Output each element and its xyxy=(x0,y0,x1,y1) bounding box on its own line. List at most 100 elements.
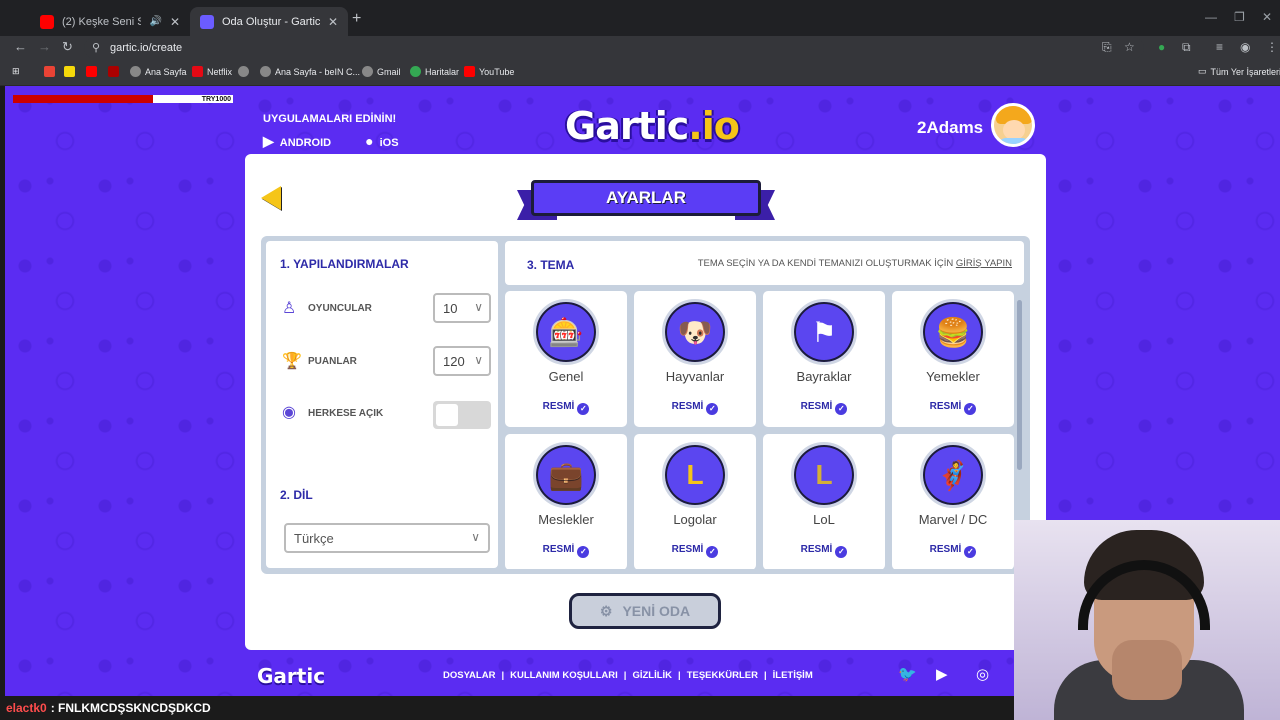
site-info-icon[interactable]: ⚲ xyxy=(92,41,100,54)
close-tab-icon[interactable]: ✕ xyxy=(170,15,180,29)
url-text: gartic.io/create xyxy=(110,42,183,54)
theme-header: 3. TEMA TEMA SEÇİN YA DA KENDİ TEMANIZI … xyxy=(505,241,1024,285)
check-icon: ✓ xyxy=(964,403,977,415)
lol-icon: L xyxy=(791,442,857,508)
theme-tile-marvel-dc[interactable]: 🦸 Marvel / DC RESMİ ✓ xyxy=(892,434,1014,569)
avatar[interactable] xyxy=(991,103,1035,147)
minimize-icon[interactable]: — xyxy=(1205,10,1217,24)
theme-tile-bayraklar[interactable]: ⚑ Bayraklar RESMİ ✓ xyxy=(763,291,885,427)
username[interactable]: 2Adams xyxy=(917,118,983,138)
instagram-icon[interactable]: ◎ xyxy=(976,665,989,683)
config-title: 1. YAPILANDIRMALAR xyxy=(280,257,409,271)
chat-text: : FNLKMCDŞSKNCDŞDKCD xyxy=(50,701,211,715)
points-select[interactable]: 120 ∨ xyxy=(433,346,491,376)
close-window-icon[interactable]: ✕ xyxy=(1262,10,1272,24)
players-select[interactable]: 10 ∨ xyxy=(433,293,491,323)
tab-title: (2) Keşke Seni Sevmeseydim xyxy=(62,15,142,28)
trophy-icon: 🏆 xyxy=(282,353,302,370)
apple-icon: ● xyxy=(365,133,374,149)
footer-link-thanks[interactable]: TEŞEKKÜRLER xyxy=(687,670,758,681)
theme-tile-yemekler[interactable]: 🍔 Yemekler RESMİ ✓ xyxy=(892,291,1014,427)
public-label: HERKESE AÇIK xyxy=(308,408,384,419)
settings-ribbon: AYARLAR xyxy=(517,178,775,226)
footer-link-terms[interactable]: KULLANIM KOŞULLARI xyxy=(510,670,618,681)
all-bookmarks[interactable]: ▭ Tüm Yer İşaretleri xyxy=(1198,66,1280,77)
check-icon: ✓ xyxy=(706,403,719,415)
back-icon[interactable]: ← xyxy=(14,39,27,54)
menu-icon[interactable]: ⋮ xyxy=(1266,40,1278,54)
new-tab-icon[interactable]: + xyxy=(352,10,361,28)
forward-icon[interactable]: → xyxy=(38,39,51,54)
login-link[interactable]: GİRİŞ YAPIN xyxy=(956,258,1012,269)
install-icon[interactable]: ⎘ xyxy=(1102,40,1112,55)
twitter-icon[interactable]: 🐦 xyxy=(898,665,917,683)
android-link[interactable]: ▶ ANDROID xyxy=(263,133,331,150)
bookmark-gmail[interactable]: Gmail xyxy=(362,66,401,77)
gartic-favicon-icon xyxy=(200,14,214,29)
theme-tile-hayvanlar[interactable]: 🐶 Hayvanlar RESMİ ✓ xyxy=(634,291,756,427)
bookmark-ana-sayfa[interactable]: Ana Sayfa xyxy=(130,66,187,77)
apps-grid-icon[interactable]: ⊞ xyxy=(12,66,20,77)
reload-icon[interactable]: ↻ xyxy=(62,39,73,55)
new-room-button[interactable]: ⚙ YENİ ODA xyxy=(569,593,721,629)
theme-tile-logolar[interactable]: L Logolar RESMİ ✓ xyxy=(634,434,756,569)
flag-icon: ⚑ xyxy=(791,299,857,365)
youtube-bookmark-icon[interactable] xyxy=(86,66,97,77)
bookmark-netflix[interactable]: Netflix xyxy=(192,66,232,77)
extension-icon[interactable]: ● xyxy=(1158,40,1165,54)
footer-link-privacy[interactable]: GİZLİLİK xyxy=(632,670,672,681)
theme-title: 3. TEMA xyxy=(527,258,575,272)
check-icon: ✓ xyxy=(835,546,848,558)
profile-icon[interactable]: ◉ xyxy=(1240,40,1250,54)
stream-chat-message: elactk0 : FNLKMCDŞSKNCDŞDKCD xyxy=(0,696,1014,720)
bookmark-icon[interactable] xyxy=(64,66,75,77)
back-arrow-icon[interactable] xyxy=(261,186,281,210)
page-title: AYARLAR xyxy=(531,180,761,216)
check-icon: ✓ xyxy=(577,546,590,558)
footer-link-contact[interactable]: İLETİŞİM xyxy=(773,670,813,681)
chevron-down-icon: ∨ xyxy=(471,530,480,544)
user-icon: ♙ xyxy=(282,300,297,317)
footer-link-files[interactable]: DOSYALAR xyxy=(443,670,495,681)
bookmarks-bar: ⊞ Ana Sayfa Netflix Ana Sayfa - beIN C..… xyxy=(0,60,1280,86)
theme-scrollbar[interactable] xyxy=(1017,300,1022,470)
gartic-logo[interactable]: Gartic.io xyxy=(565,104,740,148)
theme-tile-lol[interactable]: L LoL RESMİ ✓ xyxy=(763,434,885,569)
points-label: PUANLAR xyxy=(308,356,357,367)
youtube-icon[interactable]: ▶ xyxy=(936,665,948,683)
theme-tile-genel[interactable]: 🎰 Genel RESMİ ✓ xyxy=(505,291,627,427)
footer-logo[interactable]: Gartic xyxy=(257,664,325,688)
gmail-bookmark-icon[interactable] xyxy=(44,66,55,77)
tab-gartic[interactable]: Oda Oluştur - Gartic.io ✕ xyxy=(190,7,348,36)
address-bar[interactable]: ⚲ gartic.io/create xyxy=(84,37,1144,59)
chat-username: elactk0 xyxy=(6,701,47,715)
bookmark-haritalar[interactable]: Haritalar xyxy=(410,66,459,77)
briefcase-icon: 💼 xyxy=(533,442,599,508)
bookmark-star-icon[interactable]: ☆ xyxy=(1124,40,1135,54)
hero-mask-icon: 🦸 xyxy=(920,442,986,508)
tab-youtube[interactable]: (2) Keşke Seni Sevmeseydim 🔊 ✕ xyxy=(30,7,190,36)
media-icon[interactable]: ≡ xyxy=(1216,40,1223,54)
bookmark-icon[interactable] xyxy=(108,66,119,77)
theme-tile-meslekler[interactable]: 💼 Meslekler RESMİ ✓ xyxy=(505,434,627,569)
youtube-icon xyxy=(40,14,54,29)
close-tab-icon[interactable]: ✕ xyxy=(328,15,338,29)
public-toggle[interactable] xyxy=(433,401,491,429)
settings-card: AYARLAR 1. YAPILANDIRMALAR ♙ OYUNCULAR 1… xyxy=(245,154,1046,650)
language-select[interactable]: Türkçe ∨ xyxy=(284,523,490,553)
speaker-icon[interactable]: 🔊 xyxy=(149,16,161,27)
webcam-overlay xyxy=(1014,520,1280,720)
folder-icon: ▭ xyxy=(1198,66,1207,76)
ios-link[interactable]: ● iOS xyxy=(365,133,398,150)
tab-title: Oda Oluştur - Gartic.io xyxy=(222,15,320,28)
bookmark-bein[interactable]: Ana Sayfa - beIN C... xyxy=(260,66,360,77)
browser-tabbar: (2) Keşke Seni Sevmeseydim 🔊 ✕ Oda Oluşt… xyxy=(0,0,1280,36)
language-title: 2. DİL xyxy=(280,488,313,502)
maximize-icon[interactable]: ❐ xyxy=(1234,10,1245,24)
theme-grid: 🎰 Genel RESMİ ✓ 🐶 Hayvanlar RESMİ ✓ ⚑ Bayr… xyxy=(505,291,1015,569)
apps-title: UYGULAMALARI EDİNİN! xyxy=(263,113,397,125)
bookmark-icon[interactable] xyxy=(238,66,249,77)
play-store-icon: ▶ xyxy=(263,133,274,149)
bookmark-youtube[interactable]: YouTube xyxy=(464,66,514,77)
extensions-puzzle-icon[interactable]: ⧉ xyxy=(1182,40,1191,55)
